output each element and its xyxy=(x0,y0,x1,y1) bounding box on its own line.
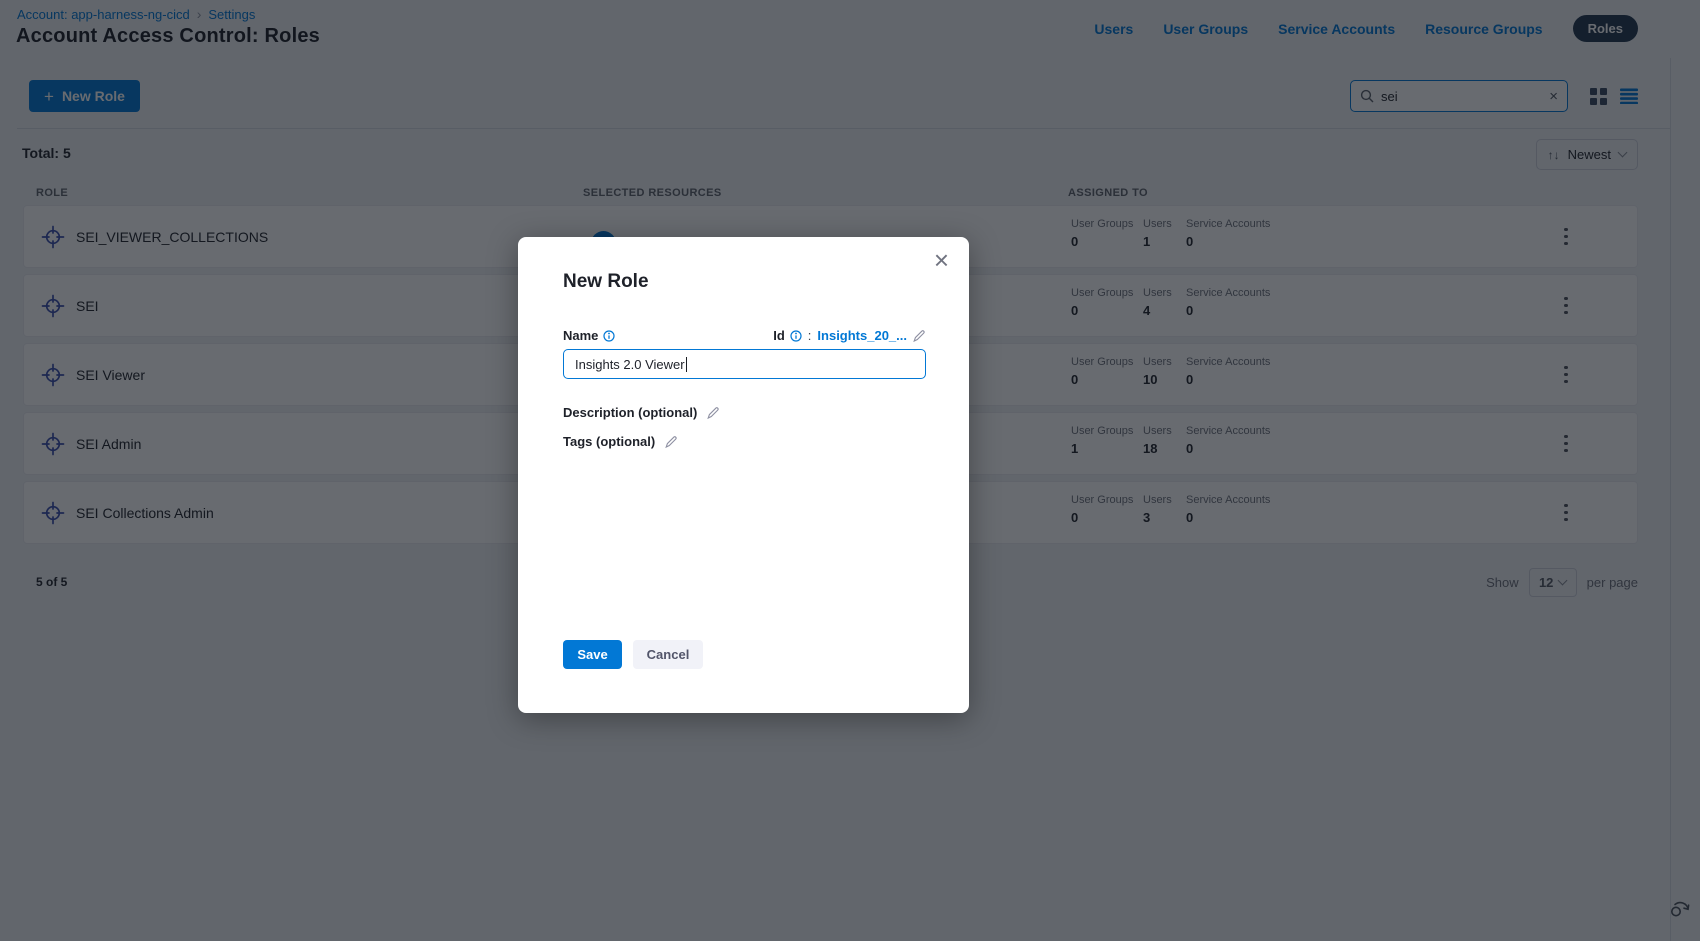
text-cursor xyxy=(686,357,687,372)
info-icon[interactable] xyxy=(603,330,615,342)
role-name-input-value: Insights 2.0 Viewer xyxy=(575,357,685,372)
name-label: Name xyxy=(563,328,598,343)
role-id-value[interactable]: Insights_20_... xyxy=(817,328,907,343)
id-label: Id xyxy=(773,328,785,343)
id-separator: : xyxy=(808,328,812,343)
modal-title: New Role xyxy=(563,271,649,293)
role-name-input[interactable]: Insights 2.0 Viewer xyxy=(563,349,926,379)
tags-label: Tags (optional) xyxy=(563,434,655,449)
close-icon[interactable]: × xyxy=(934,247,949,273)
new-role-modal: × New Role Name Id : Insights_20_... Ins… xyxy=(518,237,969,713)
description-field: Description (optional) xyxy=(563,405,720,420)
edit-id-pencil-icon[interactable] xyxy=(912,329,926,343)
edit-description-pencil-icon[interactable] xyxy=(706,406,720,420)
modal-actions: Save Cancel xyxy=(563,640,703,669)
tags-field: Tags (optional) xyxy=(563,434,678,449)
edit-tags-pencil-icon[interactable] xyxy=(664,435,678,449)
name-id-row: Name Id : Insights_20_... xyxy=(563,328,926,343)
description-label: Description (optional) xyxy=(563,405,697,420)
cancel-button[interactable]: Cancel xyxy=(633,640,703,669)
save-button[interactable]: Save xyxy=(563,640,622,669)
info-icon[interactable] xyxy=(790,330,802,342)
